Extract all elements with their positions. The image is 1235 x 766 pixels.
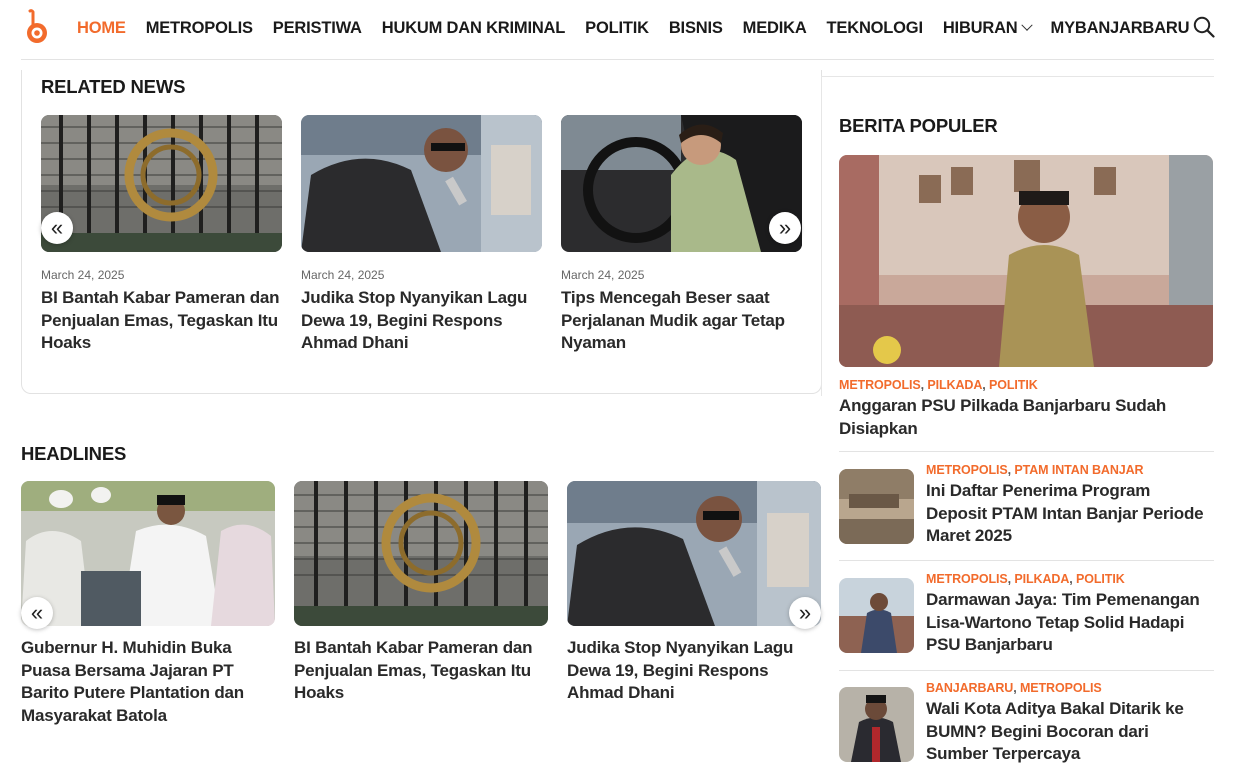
related-title[interactable]: BI Bantah Kabar Pameran dan Penjualan Em… — [41, 287, 282, 355]
category-link[interactable]: PTAM INTAN BANJAR — [1014, 463, 1143, 477]
popular-item-title[interactable]: Ini Daftar Penerima Program Deposit PTAM… — [926, 480, 1214, 548]
category-link[interactable]: PILKADA — [927, 378, 982, 392]
popular-item[interactable]: METROPOLIS, PTAM INTAN BANJAR Ini Daftar… — [839, 463, 1214, 549]
headlines-next-arrow[interactable]: » — [789, 597, 821, 629]
popular-main-cats: METROPOLIS, PILKADA, POLITIK — [839, 378, 1038, 392]
popular-thumb[interactable] — [839, 687, 914, 762]
popular-main-title[interactable]: Anggaran PSU Pilkada Banjarbaru Sudah Di… — [839, 395, 1214, 440]
category-link[interactable]: METROPOLIS — [926, 572, 1008, 586]
nav-bisnis[interactable]: BISNIS — [669, 19, 723, 38]
related-title[interactable]: Judika Stop Nyanyikan Lagu Dewa 19, Begi… — [301, 287, 542, 355]
popular-divider — [839, 451, 1214, 452]
chevron-down-icon — [1020, 19, 1033, 31]
nav-medika[interactable]: MEDIKA — [743, 19, 807, 38]
headline-card[interactable]: BI Bantah Kabar Pameran dan Penjualan Em… — [294, 481, 548, 705]
popular-text: BANJARBARU, METROPOLIS Wali Kota Aditya … — [926, 681, 1214, 766]
nav-hukum-dan-kriminal[interactable]: HUKUM DAN KRIMINAL — [382, 19, 566, 38]
site-header: HOME METROPOLIS PERISTIWA HUKUM DAN KRIM… — [0, 0, 1235, 60]
popular-item[interactable]: METROPOLIS, PILKADA, POLITIK Darmawan Ja… — [839, 572, 1214, 658]
category-link[interactable]: METROPOLIS — [926, 463, 1008, 477]
related-next-arrow[interactable]: » — [769, 212, 801, 244]
popular-divider — [839, 560, 1214, 561]
headline-thumb[interactable] — [567, 481, 821, 626]
category-link[interactable]: METROPOLIS — [839, 378, 921, 392]
category-link[interactable]: PILKADA — [1014, 572, 1069, 586]
nav-metropolis[interactable]: METROPOLIS — [146, 19, 253, 38]
popular-cats: METROPOLIS, PILKADA, POLITIK — [926, 572, 1125, 586]
related-title[interactable]: Tips Mencegah Beser saat Perjalanan Mudi… — [561, 287, 802, 355]
headline-thumb[interactable] — [21, 481, 275, 626]
related-news-title: RELATED NEWS — [41, 76, 186, 97]
headline-thumb[interactable] — [294, 481, 548, 626]
nav-politik[interactable]: POLITIK — [585, 19, 649, 38]
popular-thumb[interactable] — [839, 578, 914, 653]
headline-title[interactable]: Judika Stop Nyanyikan Lagu Dewa 19, Begi… — [567, 637, 821, 705]
related-date: March 24, 2025 — [301, 268, 385, 282]
sidebar-divider — [821, 76, 822, 396]
popular-cats: BANJARBARU, METROPOLIS — [926, 681, 1102, 695]
related-date: March 24, 2025 — [561, 268, 645, 282]
nav-teknologi[interactable]: TEKNOLOGI — [827, 19, 923, 38]
popular-thumb[interactable] — [839, 469, 914, 544]
headline-title[interactable]: BI Bantah Kabar Pameran dan Penjualan Em… — [294, 637, 548, 705]
headlines-prev-arrow[interactable]: « — [21, 597, 53, 629]
headline-title[interactable]: Gubernur H. Muhidin Buka Puasa Bersama J… — [21, 637, 275, 727]
related-date: March 24, 2025 — [41, 268, 125, 282]
nav-mybanjarbaru[interactable]: MYBANJARBARU — [1051, 19, 1190, 38]
related-card[interactable]: March 24, 2025 BI Bantah Kabar Pameran d… — [41, 115, 282, 355]
popular-title: BERITA POPULER — [839, 115, 998, 136]
popular-cats: METROPOLIS, PTAM INTAN BANJAR — [926, 463, 1144, 477]
headline-card[interactable]: Gubernur H. Muhidin Buka Puasa Bersama J… — [21, 481, 275, 727]
site-logo[interactable] — [24, 9, 50, 45]
popular-item-title[interactable]: Wali Kota Aditya Bakal Ditarik ke BUMN? … — [926, 698, 1214, 766]
popular-divider — [839, 670, 1214, 671]
related-card[interactable]: March 24, 2025 Judika Stop Nyanyikan Lag… — [301, 115, 542, 355]
main-nav: HOME METROPOLIS PERISTIWA HUKUM DAN KRIM… — [77, 0, 1190, 56]
popular-item[interactable]: BANJARBARU, METROPOLIS Wali Kota Aditya … — [839, 681, 1214, 766]
popular-main-image[interactable] — [839, 155, 1213, 367]
sidebar-top-line — [822, 76, 1214, 77]
related-thumb[interactable] — [301, 115, 542, 252]
category-link[interactable]: POLITIK — [989, 378, 1038, 392]
related-card[interactable]: March 24, 2025 Tips Mencegah Beser saat … — [561, 115, 802, 355]
nav-hiburan[interactable]: HIBURAN — [943, 19, 1033, 38]
popular-text: METROPOLIS, PTAM INTAN BANJAR Ini Daftar… — [926, 463, 1214, 548]
category-link[interactable]: METROPOLIS — [1020, 681, 1102, 695]
popular-text: METROPOLIS, PILKADA, POLITIK Darmawan Ja… — [926, 572, 1214, 657]
headline-card[interactable]: Judika Stop Nyanyikan Lagu Dewa 19, Begi… — [567, 481, 821, 705]
related-prev-arrow[interactable]: « — [41, 212, 73, 244]
nav-home[interactable]: HOME — [77, 19, 126, 38]
category-link[interactable]: POLITIK — [1076, 572, 1125, 586]
search-icon[interactable] — [1193, 16, 1215, 38]
category-link[interactable]: BANJARBARU — [926, 681, 1013, 695]
nav-peristiwa[interactable]: PERISTIWA — [273, 19, 362, 38]
popular-main-item[interactable]: METROPOLIS, PILKADA, POLITIK Anggaran PS… — [839, 378, 1214, 440]
headlines-title: HEADLINES — [21, 443, 127, 464]
related-thumb[interactable] — [41, 115, 282, 252]
related-thumb[interactable] — [561, 115, 802, 252]
header-divider — [21, 59, 1214, 60]
popular-item-title[interactable]: Darmawan Jaya: Tim Pemenangan Lisa-Warto… — [926, 589, 1214, 657]
